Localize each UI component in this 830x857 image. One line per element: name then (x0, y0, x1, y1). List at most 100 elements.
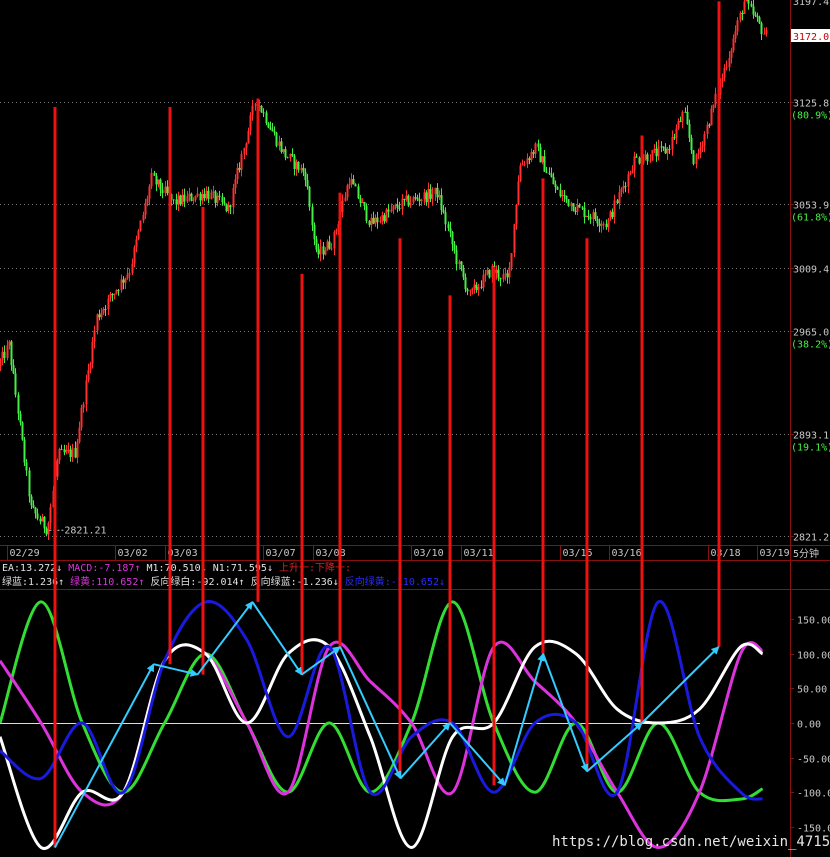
candle-body (436, 187, 439, 198)
candle-body (750, 3, 753, 7)
candle-body (265, 112, 268, 124)
candle-body (240, 154, 243, 170)
candle-body (723, 68, 726, 78)
candle-body (602, 223, 605, 225)
candle-body (10, 341, 13, 366)
candle-body (361, 202, 364, 204)
candle-body (67, 449, 70, 451)
candle-body (462, 269, 465, 278)
candle-body (278, 141, 281, 146)
candle-body (734, 31, 737, 39)
candle-body (260, 106, 263, 113)
candle-body (302, 167, 305, 173)
candle-body (695, 154, 698, 164)
candle-body (12, 365, 15, 374)
candle-body (91, 341, 94, 364)
candle-body (581, 207, 584, 209)
candle-body (387, 209, 390, 212)
candle-body (194, 196, 197, 200)
candle-body (104, 308, 107, 310)
candle-body (559, 189, 562, 197)
candle-body (440, 195, 443, 211)
candle-body (570, 203, 573, 207)
candle-body (392, 205, 395, 210)
candle-body (124, 278, 127, 283)
candle-body (475, 284, 478, 290)
candle-body (416, 197, 419, 200)
low-annotation-label: 2821.21 (64, 525, 106, 536)
candle-body (273, 131, 276, 133)
candle-body (567, 199, 570, 207)
price-top-label: 3197.4 (793, 0, 829, 8)
candle-body (216, 195, 219, 203)
header-line-2-item: 绿黄:110.652↑ (64, 575, 144, 588)
candle-body (275, 132, 278, 146)
candle-body (43, 516, 46, 529)
candle-body (451, 232, 454, 245)
candle-body (427, 188, 430, 203)
candle-body (317, 249, 320, 255)
candle-body (322, 246, 325, 255)
candle-body (745, 0, 748, 2)
candle-body (229, 205, 232, 208)
candle-body (431, 194, 434, 199)
candle-body (319, 246, 322, 255)
price-tick-label: 3009.4 (793, 265, 829, 276)
candle-body (662, 146, 665, 148)
candle-body (34, 507, 37, 514)
candle-body (238, 167, 241, 170)
candle-body (552, 176, 555, 185)
candle-body (374, 217, 377, 224)
candle-body (207, 190, 210, 200)
candle-body (381, 215, 384, 221)
candle-body (60, 449, 63, 451)
candle-body (697, 153, 700, 155)
period-label: 5分钟 (793, 547, 819, 560)
candle-body (262, 112, 265, 114)
candle-body (473, 284, 476, 289)
candle-body (350, 179, 353, 185)
candle-body (236, 167, 239, 180)
candle-body (646, 154, 649, 162)
candle-body (181, 194, 184, 205)
candle-body (1, 351, 4, 361)
price-tick-pct: (38.2%) (791, 340, 830, 351)
candle-body (513, 224, 516, 254)
price-tick-pct: (80.9%) (791, 111, 830, 122)
candle-body (115, 289, 118, 294)
candle-body (390, 209, 393, 212)
candle-body (460, 261, 463, 270)
candle-body (137, 230, 140, 240)
price-tick-label: 2893.1 (793, 431, 829, 442)
candle-body (117, 289, 120, 291)
candle-body (232, 188, 235, 208)
candle-body (420, 199, 423, 202)
candle-body (589, 216, 592, 220)
candle-body (429, 188, 432, 199)
candle-body (464, 277, 467, 290)
candle-body (306, 180, 309, 188)
candle-body (348, 184, 351, 186)
candle-body (346, 185, 349, 198)
candle-body (466, 289, 469, 292)
candle-body (365, 205, 368, 221)
candle-body (721, 77, 724, 83)
candle-body (469, 289, 472, 292)
candle-body (712, 104, 715, 109)
candle-body (741, 12, 744, 14)
candle-body (128, 272, 131, 275)
candle-body (572, 203, 575, 212)
candle-body (17, 394, 20, 414)
candle-body (308, 187, 311, 207)
candle-body (245, 143, 248, 148)
overlay-layer: https://blog.csdn.net/weixin_47150696 (53, 1, 830, 850)
candle-body (203, 193, 206, 199)
candle-body (471, 288, 474, 290)
candle-body (447, 224, 450, 229)
candle-body (401, 198, 404, 210)
candle-body (159, 179, 162, 190)
osc-tick-label: 50.00 (797, 685, 827, 696)
candle-body (304, 172, 307, 181)
candle-body (692, 150, 695, 164)
candle-body (199, 193, 202, 201)
